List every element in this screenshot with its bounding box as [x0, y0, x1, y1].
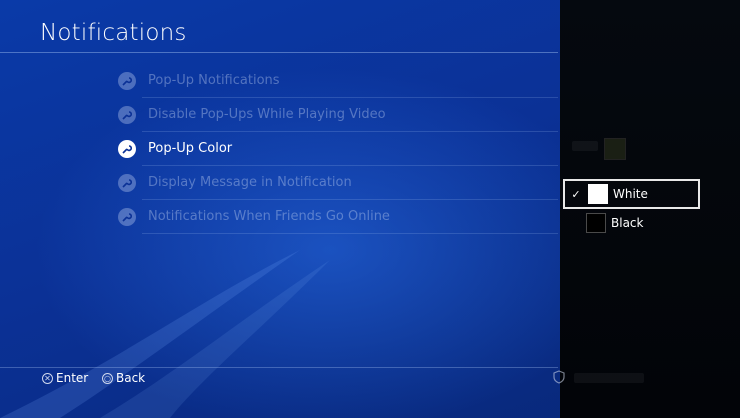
back-hint[interactable]: ○ Back: [102, 371, 145, 385]
color-option-label: White: [613, 187, 648, 201]
enter-label: Enter: [56, 371, 89, 385]
white-swatch: [588, 184, 608, 204]
menu-item-disable-popups-video[interactable]: Disable Pop-Ups While Playing Video: [118, 98, 558, 132]
page-title: Notifications: [40, 20, 187, 46]
menu-item-label: Pop-Up Notifications: [148, 73, 280, 88]
wrench-icon: [118, 208, 136, 226]
color-option-black[interactable]: Black: [563, 208, 700, 238]
back-label: Back: [116, 371, 146, 385]
checkmark-icon: ✓: [571, 187, 581, 201]
menu-item-popup-notifications[interactable]: Pop-Up Notifications: [118, 64, 558, 98]
menu-item-label: Pop-Up Color: [148, 141, 233, 156]
faint-footer-label: [574, 373, 644, 383]
faint-panel-label: [572, 141, 598, 151]
footer-divider: [0, 367, 558, 368]
menu-item-label: Display Message in Notification: [148, 175, 352, 190]
black-swatch: [586, 213, 606, 233]
settings-menu: Pop-Up Notifications Disable Pop-Ups Whi…: [118, 64, 558, 234]
menu-item-popup-color[interactable]: Pop-Up Color: [118, 132, 558, 166]
enter-hint[interactable]: ✕ Enter: [42, 371, 88, 385]
wrench-icon: [118, 140, 136, 158]
color-option-white[interactable]: ✓ White: [563, 179, 700, 209]
wrench-icon: [118, 106, 136, 124]
shield-icon: [553, 370, 565, 384]
wrench-icon: [118, 72, 136, 90]
menu-item-label: Disable Pop-Ups While Playing Video: [148, 107, 386, 122]
circle-button-icon: ○: [102, 372, 113, 384]
cross-button-icon: ✕: [42, 372, 53, 384]
menu-item-display-message[interactable]: Display Message in Notification: [118, 166, 558, 200]
menu-item-label: Notifications When Friends Go Online: [148, 209, 390, 224]
wrench-icon: [118, 174, 136, 192]
faint-preview-swatch: [604, 138, 626, 160]
header-divider: [0, 52, 558, 53]
color-option-label: Black: [611, 216, 644, 230]
menu-item-friends-online[interactable]: Notifications When Friends Go Online: [118, 200, 558, 234]
